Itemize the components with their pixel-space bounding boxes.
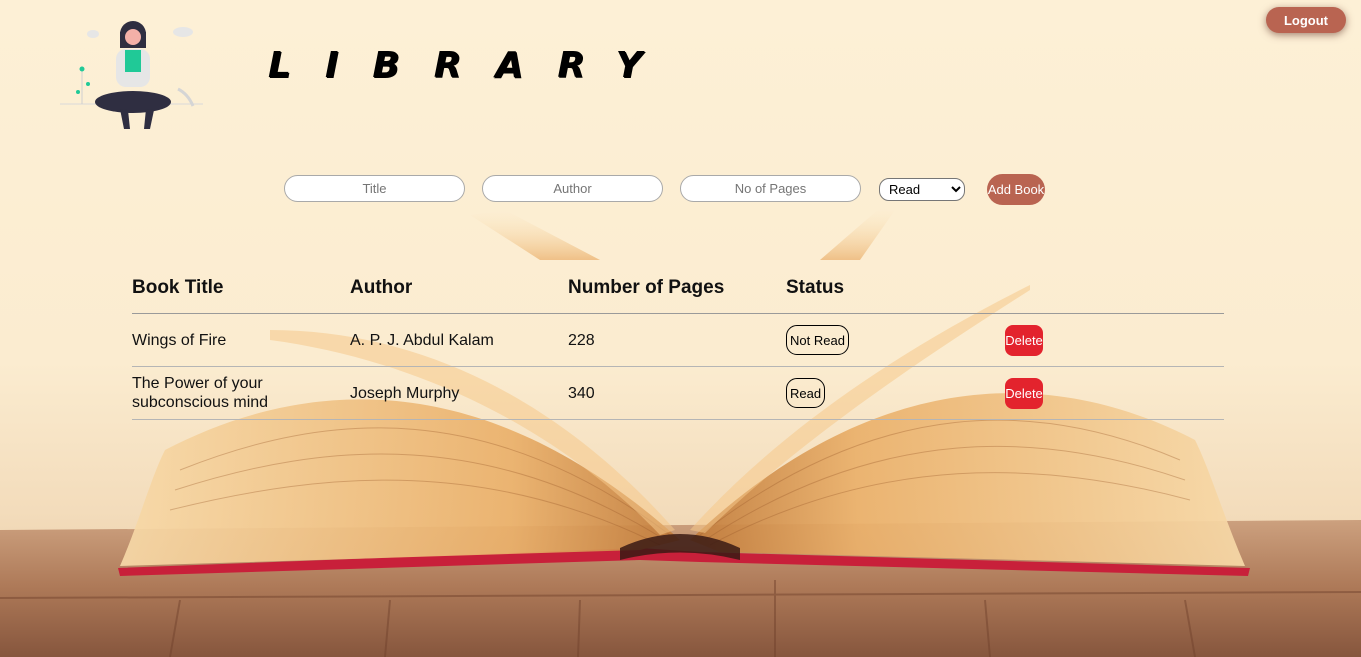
table-row: Wings of Fire A. P. J. Abdul Kalam 228 N…	[132, 314, 1224, 367]
status-cell: Read	[786, 367, 996, 419]
column-header-status: Status	[786, 276, 845, 298]
page-title: LIBRARY	[268, 45, 676, 86]
status-cell: Not Read	[786, 314, 996, 366]
status-toggle-button[interactable]: Read	[786, 378, 826, 408]
author-input[interactable]	[482, 175, 663, 202]
delete-cell: Delete	[1005, 367, 1065, 419]
book-pages-cell: 340	[568, 384, 595, 402]
book-author-cell: A. P. J. Abdul Kalam	[350, 331, 494, 349]
book-table: Book Title Author Number of Pages Status…	[132, 262, 1224, 420]
book-pages-cell: 228	[568, 331, 595, 349]
table-row: The Power of your subconscious mind Jose…	[132, 367, 1224, 420]
add-book-button[interactable]: Add Book	[987, 174, 1045, 205]
reading-person-icon	[58, 14, 208, 134]
book-author-cell: Joseph Murphy	[350, 384, 460, 402]
delete-button[interactable]: Delete	[1005, 377, 1043, 409]
column-header-title: Book Title	[132, 276, 224, 298]
column-header-pages: Number of Pages	[568, 276, 725, 298]
column-header-author: Author	[350, 276, 413, 298]
delete-button[interactable]: Delete	[1005, 324, 1043, 356]
book-title-cell: The Power of your subconscious mind	[132, 375, 269, 411]
title-input[interactable]	[284, 175, 465, 202]
table-header-row: Book Title Author Number of Pages Status	[132, 262, 1224, 314]
logout-button[interactable]: Logout	[1266, 7, 1346, 33]
status-toggle-button[interactable]: Not Read	[786, 325, 849, 355]
delete-cell: Delete	[1005, 314, 1065, 366]
book-title-cell: Wings of Fire	[132, 331, 227, 349]
pages-input[interactable]	[680, 175, 861, 202]
status-select[interactable]: Read	[879, 178, 965, 201]
